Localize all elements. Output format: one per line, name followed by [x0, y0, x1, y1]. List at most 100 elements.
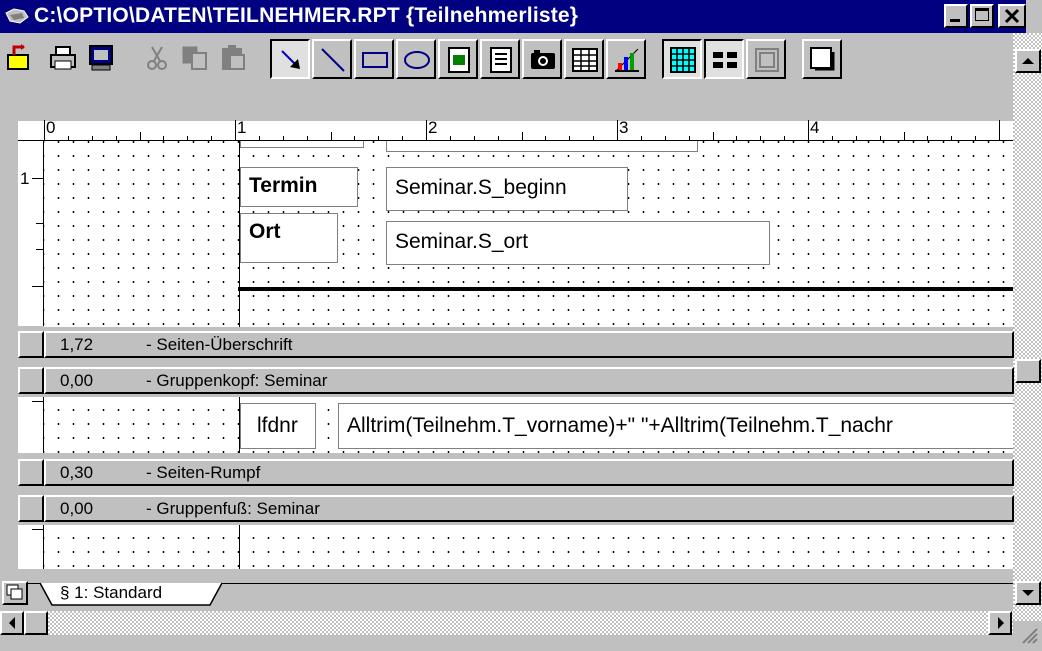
copy-button[interactable]	[176, 39, 212, 79]
title-bar[interactable]: C:\OPTIO\DATEN\TEILNEHMER.RPT {Teilnehme…	[0, 0, 1042, 33]
ruler-corner	[0, 121, 18, 141]
ruler-tick	[140, 132, 141, 140]
maximize-button[interactable]	[970, 4, 994, 28]
table-tool-button[interactable]	[564, 39, 604, 79]
ruler-label: 0	[46, 118, 56, 137]
seminar-ort-field[interactable]: Seminar.S_ort	[386, 221, 770, 265]
ruler-tick	[784, 136, 785, 140]
scroll-down-button[interactable]	[1015, 581, 1041, 605]
exit-button[interactable]	[0, 39, 36, 79]
teilnehmer-name-field[interactable]: Alltrim(Teilnehm.T_vorname)+" "+Alltrim(…	[338, 403, 1013, 449]
band-stub[interactable]	[18, 367, 44, 394]
seminar-beginn-field[interactable]: Seminar.S_beginn	[386, 167, 628, 211]
close-button[interactable]	[998, 4, 1026, 28]
band-gruppenfuss[interactable]: 0,00 - Gruppenfuß: Seminar	[44, 495, 1014, 522]
ruler-tick	[832, 136, 833, 140]
scroll-up-button[interactable]	[1015, 49, 1041, 73]
line-icon	[321, 48, 345, 72]
ruler-tick	[569, 136, 570, 140]
preview-button[interactable]	[82, 39, 118, 79]
section-seiten-ueberschrift[interactable]: Termin Seminar.S_beginn Ort Seminar.S_or…	[44, 141, 1013, 327]
chart-icon	[615, 48, 639, 72]
report-design-area[interactable]: 1 Termin Seminar.S_beginn Ort Seminar.S_…	[0, 141, 1014, 577]
text-field-tool-button[interactable]	[438, 39, 478, 79]
ellipse-tool-button[interactable]	[396, 39, 436, 79]
tab-standard[interactable]: § 1: Standard	[40, 579, 230, 607]
ruler-tick	[522, 132, 523, 140]
band-stub[interactable]	[18, 331, 44, 358]
preview-icon	[89, 45, 113, 71]
termin-label[interactable]: Termin	[240, 167, 358, 207]
ruler-tick	[808, 120, 809, 140]
ruler-tick	[975, 136, 976, 140]
scroll-left-button[interactable]	[0, 611, 24, 635]
app-icon[interactable]	[4, 5, 30, 27]
separator-line[interactable]	[238, 287, 1013, 291]
ruler-label: 4	[810, 118, 820, 137]
ruler-label: 2	[428, 118, 438, 137]
band-seiten-rumpf[interactable]: 0,30 - Seiten-Rumpf	[44, 459, 1014, 486]
new-tab-button[interactable]	[2, 581, 28, 605]
grid-icon	[670, 47, 696, 73]
page-icon	[755, 48, 779, 72]
ruler-tick	[402, 136, 403, 140]
pages-icon	[6, 584, 23, 600]
vertical-ruler: 1	[18, 141, 44, 326]
band-seiten-ueberschrift[interactable]: 1,72 - Seiten-Überschrift	[44, 331, 1014, 358]
band-stub[interactable]	[18, 459, 44, 486]
hscroll-thumb[interactable]	[24, 611, 48, 635]
ruler-tick	[904, 132, 905, 140]
band-stub[interactable]	[18, 495, 44, 522]
ruler-tick	[927, 136, 928, 140]
select-tool-button[interactable]	[270, 39, 310, 79]
ruler-tick	[92, 136, 93, 140]
chart-tool-button[interactable]	[606, 39, 646, 79]
ruler-label: 1	[237, 118, 247, 137]
arrow-up-icon	[1022, 58, 1034, 64]
scroll-right-button[interactable]	[988, 611, 1012, 635]
print-button[interactable]	[44, 39, 80, 79]
close-icon	[1004, 8, 1020, 24]
print-icon	[50, 46, 76, 70]
band-gruppenkopf[interactable]: 0,00 - Gruppenkopf: Seminar	[44, 367, 1014, 394]
picture-icon	[531, 50, 555, 69]
memo-field-tool-button[interactable]	[480, 39, 520, 79]
ruler-tick	[116, 136, 117, 140]
ruler-tick	[617, 120, 618, 140]
ruler-tick	[283, 136, 284, 140]
cut-icon	[147, 46, 167, 70]
line-tool-button[interactable]	[312, 39, 352, 79]
rectangle-tool-button[interactable]	[354, 39, 394, 79]
window-title: C:\OPTIO\DATEN\TEILNEHMER.RPT {Teilnehme…	[34, 4, 579, 27]
ruler-tick	[713, 132, 714, 140]
band-layout-button[interactable]	[704, 39, 744, 79]
ruler-tick	[307, 136, 308, 140]
section-gruppenfuss[interactable]	[44, 525, 1013, 569]
ruler-label: 3	[619, 118, 629, 137]
scroll-thumb[interactable]	[1015, 359, 1041, 383]
shadow-button[interactable]	[802, 39, 842, 79]
grid-toggle-button[interactable]	[662, 39, 702, 79]
vertical-scrollbar[interactable]	[1013, 33, 1042, 621]
ruler-tick	[665, 136, 666, 140]
lfdnr-field[interactable]: lfdnr	[240, 403, 316, 449]
resize-grip-icon	[1022, 628, 1038, 644]
picture-tool-button[interactable]	[522, 39, 562, 79]
ruler-tick	[187, 136, 188, 140]
ort-label[interactable]: Ort	[240, 213, 338, 263]
section-seiten-rumpf[interactable]: lfdnr Alltrim(Teilnehm.T_vorname)+" "+Al…	[44, 397, 1013, 453]
page-button[interactable]	[746, 39, 786, 79]
ruler-tick	[163, 136, 164, 140]
ruler-tick	[426, 120, 427, 140]
horizontal-scrollbar[interactable]	[0, 611, 1042, 651]
size-grip[interactable]	[1013, 621, 1042, 651]
cut-button[interactable]	[138, 39, 174, 79]
horizontal-ruler: 0 1 2 3 4	[18, 118, 1013, 141]
paste-button[interactable]	[214, 39, 250, 79]
ellipse-icon	[404, 51, 430, 69]
ruler-tick	[259, 136, 260, 140]
minimize-button[interactable]	[944, 4, 968, 28]
ruler-tick	[641, 136, 642, 140]
ruler-tick	[880, 136, 881, 140]
ruler-tick	[235, 120, 236, 140]
